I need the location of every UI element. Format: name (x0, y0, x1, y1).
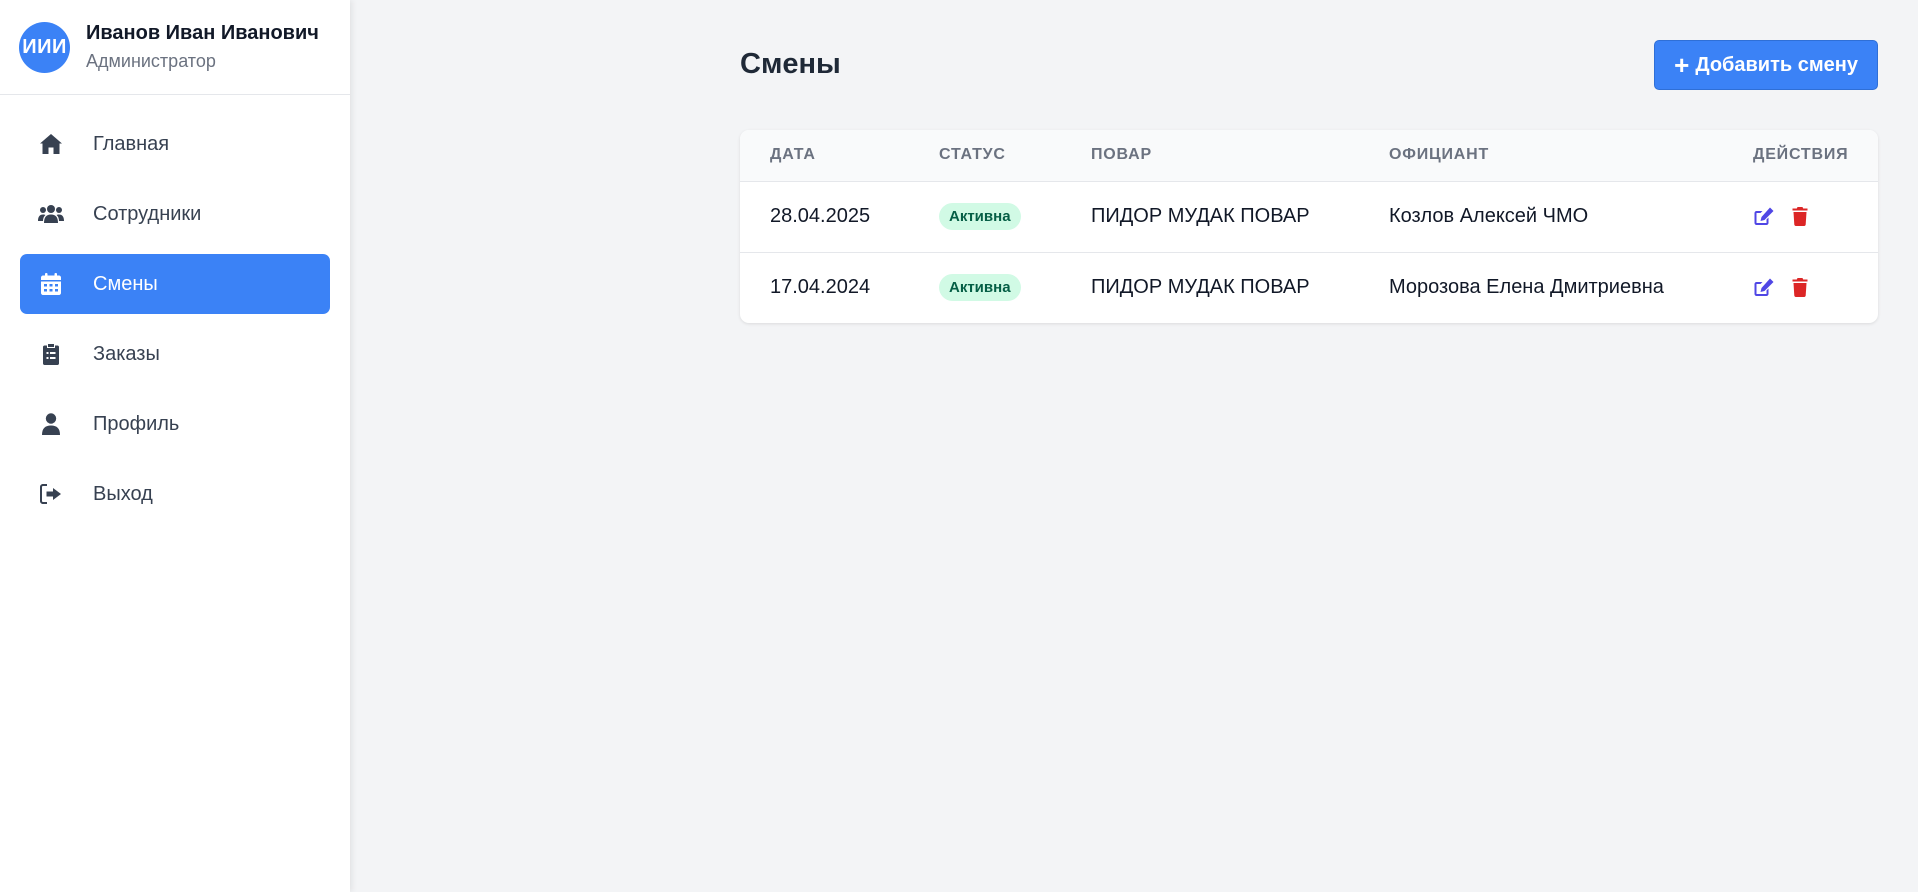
user-icon (38, 411, 64, 437)
column-header-cook: Повар (1091, 146, 1152, 164)
status-badge: Активна (939, 274, 1021, 302)
cell-cook: ПИДОР МУДАК ПОВАР (1091, 205, 1310, 227)
page-title: Смены (740, 48, 841, 80)
sidebar-item-orders[interactable]: Заказы (20, 324, 330, 384)
main-content: Смены + Добавить смену Дата Статус Повар… (740, 0, 1878, 323)
cell-date: 17.04.2024 (770, 276, 871, 299)
sidebar-item-label: Заказы (93, 342, 160, 365)
plus-icon: + (1674, 50, 1690, 80)
edit-icon[interactable] (1753, 206, 1775, 228)
users-icon (38, 201, 64, 227)
sidebar-item-logout[interactable]: Выход (20, 464, 330, 524)
page-header: Смены + Добавить смену (740, 0, 1878, 130)
cell-actions (1753, 181, 1878, 252)
row-actions (1753, 277, 1878, 299)
sidebar-item-employees[interactable]: Сотрудники (20, 184, 330, 244)
sidebar-item-profile[interactable]: Профиль (20, 394, 330, 454)
calendar-icon (38, 271, 64, 297)
home-icon (38, 131, 64, 157)
column-header-waiter: Официант (1389, 146, 1490, 164)
sidebar: ИИИ Иванов Иван Иванович Администратор Г… (0, 0, 350, 892)
cell-cook: ПИДОР МУДАК ПОВАР (1091, 276, 1310, 299)
clipboard-icon (38, 341, 64, 367)
status-badge: Активна (939, 203, 1021, 230)
sidebar-item-label: Смены (93, 272, 158, 295)
column-header-date: Дата (770, 146, 816, 164)
sidebar-item-label: Сотрудники (93, 202, 202, 225)
column-header-status: Статус (939, 146, 1006, 164)
table-header-row: Дата Статус Повар Официант Действия (740, 130, 1878, 181)
cell-waiter: Козлов Алексей ЧМО (1389, 205, 1589, 227)
sidebar-item-label: Выход (93, 482, 153, 505)
add-shift-button-label: Добавить смену (1695, 53, 1858, 76)
row-actions (1753, 206, 1878, 228)
sidebar-item-shifts[interactable]: Смены (20, 254, 330, 314)
sidebar-nav: Главная Сотрудники Смены Заказы Профиль (0, 95, 350, 524)
add-shift-button[interactable]: + Добавить смену (1654, 40, 1878, 90)
trash-icon[interactable] (1789, 277, 1811, 299)
cell-date: 28.04.2025 (770, 205, 871, 227)
user-role: Администратор (86, 51, 216, 71)
shifts-table: Дата Статус Повар Официант Действия 28.0… (740, 130, 1878, 323)
cell-status: Активна (939, 181, 1091, 252)
avatar: ИИИ (19, 21, 70, 73)
cell-status: Активна (939, 252, 1091, 323)
cell-waiter: Морозова Елена Дмитриевна (1389, 276, 1664, 299)
sidebar-item-home[interactable]: Главная (20, 114, 330, 174)
shifts-table-card: Дата Статус Повар Официант Действия 28.0… (740, 130, 1878, 323)
user-info: Иванов Иван Иванович Администратор (86, 20, 319, 74)
user-block: ИИИ Иванов Иван Иванович Администратор (0, 0, 350, 95)
column-header-actions: Действия (1753, 146, 1849, 164)
edit-icon[interactable] (1753, 277, 1775, 299)
table-row: 28.04.2025 Активна ПИДОР МУДАК ПОВАР Коз… (740, 181, 1878, 252)
sidebar-item-label: Главная (93, 132, 170, 155)
cell-actions (1753, 252, 1878, 323)
sidebar-item-label: Профиль (93, 412, 180, 435)
trash-icon[interactable] (1789, 206, 1811, 228)
logout-icon (38, 481, 64, 507)
user-name: Иванов Иван Иванович (86, 22, 319, 44)
table-row: 17.04.2024 Активна ПИДОР МУДАК ПОВАР Мор… (740, 252, 1878, 323)
